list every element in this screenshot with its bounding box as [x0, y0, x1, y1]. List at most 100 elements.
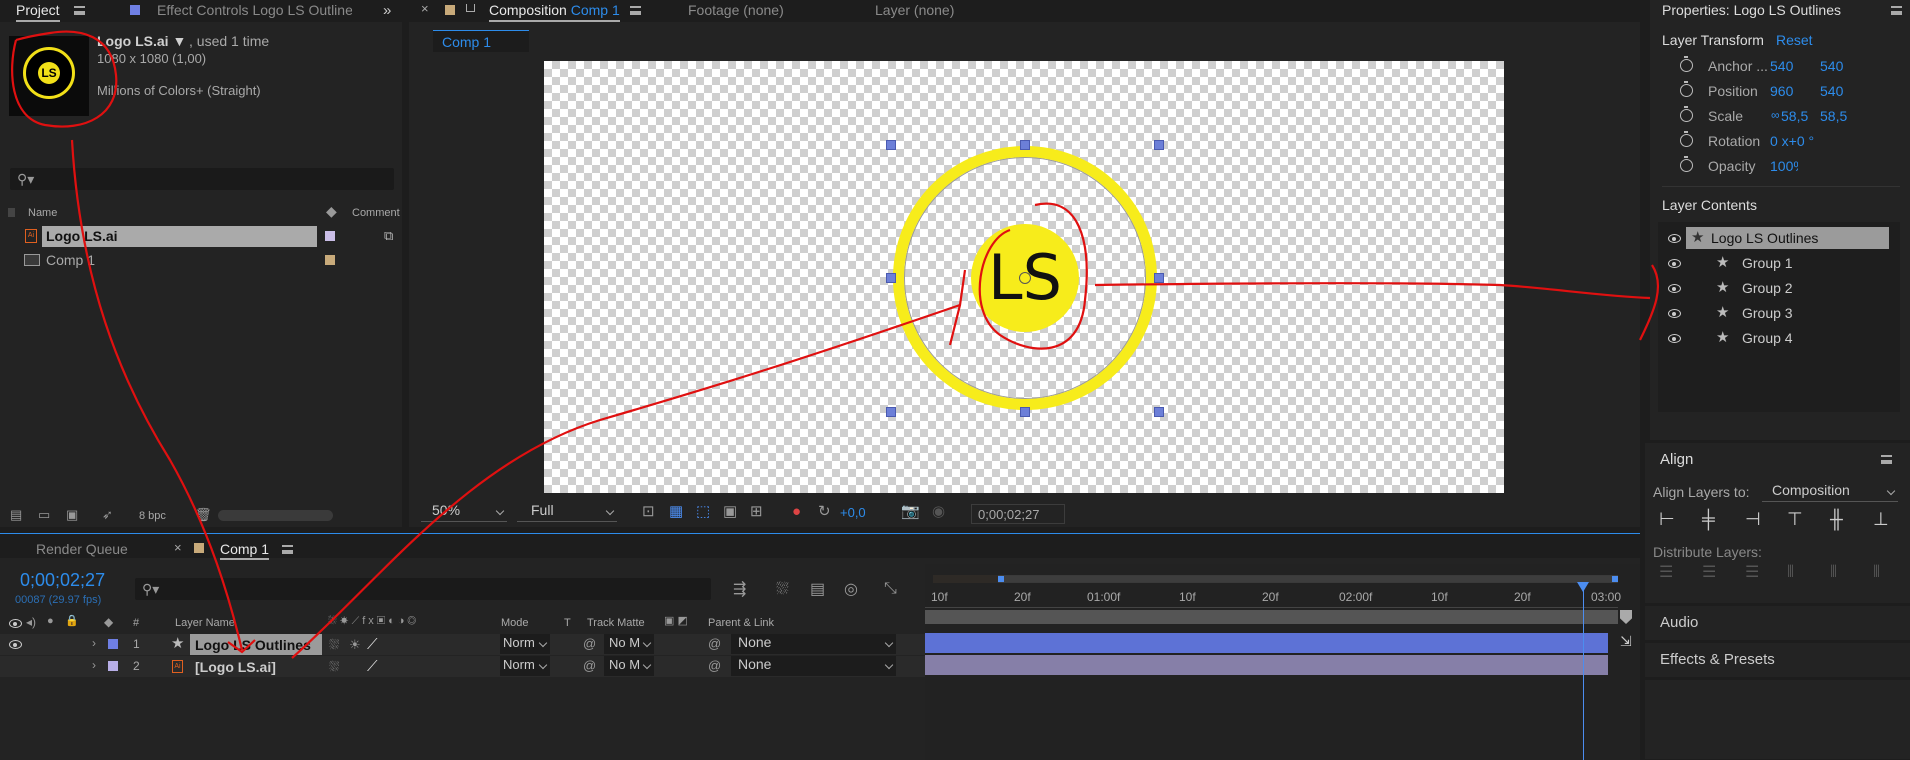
label-column-icon[interactable]: ◆ — [104, 616, 113, 628]
layer-name[interactable]: Logo LS Outlines — [195, 637, 311, 653]
distribute-right-icon[interactable]: ⦀ — [1873, 565, 1880, 581]
stopwatch-icon[interactable] — [1680, 106, 1693, 122]
contents-row[interactable]: ★ Group 1 — [1658, 252, 1900, 274]
stopwatch-icon[interactable] — [1680, 156, 1693, 172]
time-ruler[interactable]: 10f 20f 01:00f 10f 20f 02:00f 10f 20f 03… — [925, 588, 1621, 608]
align-left-icon[interactable]: ⊢ — [1659, 510, 1675, 528]
expand-chevron-icon[interactable]: › — [92, 659, 96, 671]
contents-row[interactable]: ★ Group 2 — [1658, 277, 1900, 299]
timeline-menu-icon[interactable] — [282, 545, 293, 554]
mode-dropdown[interactable]: Norm — [500, 634, 550, 654]
quality-slash-icon[interactable]: ⟋ — [367, 637, 378, 652]
bpc-label[interactable]: 8 bpc — [139, 510, 166, 522]
stopwatch-icon[interactable] — [1680, 131, 1693, 147]
eye-icon[interactable] — [1668, 234, 1681, 243]
audio-panel[interactable]: Audio — [1645, 606, 1910, 640]
comp-end-marker[interactable] — [1620, 610, 1632, 624]
align-menu-icon[interactable] — [1881, 455, 1892, 464]
col-layer-name[interactable]: Layer Name — [175, 617, 235, 629]
tab-effect-controls[interactable]: Effect Controls Logo LS Outlines — [157, 2, 352, 18]
show-snapshot-icon[interactable]: ◉ — [932, 504, 945, 519]
bbox-handle[interactable] — [1020, 140, 1030, 150]
col-comment-header[interactable]: Comment — [352, 207, 400, 219]
new-comp-icon[interactable]: ▣ — [66, 508, 78, 521]
bbox-handle[interactable] — [1020, 407, 1030, 417]
contents-row[interactable]: ★ Logo LS Outlines — [1658, 227, 1900, 249]
bbox-handle[interactable] — [886, 407, 896, 417]
bbox-handle[interactable] — [886, 140, 896, 150]
graph-editor-icon[interactable]: ⤡ — [884, 581, 897, 597]
tab-composition[interactable]: Composition Comp 1 — [489, 2, 620, 22]
prop-value-1[interactable]: 100% — [1770, 158, 1798, 174]
interpret-footage-icon[interactable]: ▤ — [10, 508, 22, 521]
effects-presets-panel[interactable]: Effects & Presets — [1645, 643, 1910, 677]
trash-icon[interactable]: 🗑 — [195, 508, 212, 521]
layer-row-1[interactable]: › 1 ★ Logo LS Outlines ⛆ ☀ ⟋ Norm @ No M… — [0, 634, 925, 655]
layer-name[interactable]: [Logo LS.ai] — [195, 659, 276, 675]
timeline-search-input[interactable]: ⚲▾ — [135, 578, 711, 600]
contents-row[interactable]: ★ Group 4 — [1658, 327, 1900, 349]
eye-icon[interactable] — [1668, 309, 1681, 318]
expand-chevron-icon[interactable]: › — [92, 637, 96, 649]
parent-pickwhip-icon[interactable]: @ — [708, 637, 721, 650]
playhead[interactable] — [1577, 582, 1589, 760]
constrain-link-icon[interactable]: ∞ — [1771, 108, 1780, 122]
label-swatch[interactable] — [325, 255, 335, 265]
video-toggle-icon[interactable] — [9, 619, 22, 628]
align-h-center-icon[interactable]: ╪ — [1702, 510, 1715, 528]
tab-comp1[interactable]: Comp 1 — [220, 541, 270, 560]
project-row-comp[interactable]: Comp 1 — [0, 250, 402, 271]
eye-icon[interactable] — [1668, 259, 1681, 268]
prop-value-2[interactable]: 540 — [1820, 58, 1843, 74]
mask-visibility-icon[interactable]: ⬚ — [696, 504, 710, 519]
comp-subtab[interactable]: Comp 1 — [433, 30, 529, 52]
prop-value-1[interactable]: 960 — [1770, 83, 1793, 99]
close-timeline-icon[interactable]: × — [174, 540, 182, 555]
col-mode[interactable]: Mode — [501, 617, 529, 629]
composition-menu-icon[interactable] — [630, 6, 641, 15]
prop-value-1[interactable]: 0 x+0 ° — [1770, 133, 1814, 149]
draft-3d-icon[interactable]: ⛆ — [776, 582, 789, 598]
col-parent-link[interactable]: Parent & Link — [708, 617, 774, 629]
frame-blend-icon[interactable]: ▤ — [810, 582, 825, 598]
new-folder-icon[interactable]: ▭ — [38, 508, 50, 521]
timeline-timecode[interactable]: 0;00;02;27 — [20, 570, 105, 591]
eye-icon[interactable] — [1668, 334, 1681, 343]
align-v-center-icon[interactable]: ╫ — [1830, 510, 1843, 528]
distribute-bottom-icon[interactable]: ☰ — [1745, 565, 1759, 581]
comp-mini-flowchart-icon[interactable]: ⇶ — [733, 582, 746, 598]
bbox-handle[interactable] — [1154, 140, 1164, 150]
close-comp-icon[interactable]: × — [421, 1, 429, 16]
render-icon[interactable]: ➶ — [102, 508, 113, 521]
prop-value-2[interactable]: 58,5 — [1820, 108, 1850, 124]
prop-value-2[interactable]: 540 — [1820, 83, 1843, 99]
collapse-switch-icon[interactable]: ⛆ — [329, 638, 339, 651]
properties-menu-icon[interactable] — [1891, 6, 1902, 15]
solo-icon[interactable]: ● — [47, 616, 54, 627]
track-matte-dropdown[interactable]: No M — [604, 634, 654, 654]
layer-bar-1[interactable] — [925, 633, 1608, 653]
align-right-icon[interactable]: ⊣ — [1745, 510, 1761, 528]
distribute-h-center-icon[interactable]: ⦀ — [1830, 565, 1837, 581]
grid-icon[interactable]: ⊞ — [750, 504, 763, 519]
tab-project[interactable]: Project — [16, 2, 60, 22]
comp-timecode[interactable]: 0;00;02;27 — [971, 504, 1065, 524]
work-area-range[interactable] — [998, 576, 1618, 582]
pin-icon[interactable]: ⇲ — [1620, 634, 1632, 648]
contents-row[interactable]: ★ Group 3 — [1658, 302, 1900, 324]
resolution-dropdown[interactable]: Full — [517, 502, 617, 522]
transparency-grid-icon[interactable]: ▦ — [669, 504, 683, 519]
reset-exposure-icon[interactable]: ↻ — [818, 504, 831, 519]
track-matte-pickwhip-icon[interactable]: @ — [583, 637, 596, 650]
prop-value-1[interactable]: 58,5 — [1781, 108, 1811, 124]
eye-icon[interactable] — [1668, 284, 1681, 293]
audio-toggle-icon[interactable]: ◂) — [26, 616, 36, 628]
stopwatch-icon[interactable] — [1680, 56, 1693, 72]
channel-icon[interactable]: ● — [792, 504, 801, 519]
layer-row-2[interactable]: › 2 Ai [Logo LS.ai] ⛆ ⟋ Norm @ No M @ No… — [0, 656, 925, 677]
bbox-handle[interactable] — [886, 273, 896, 283]
project-menu-icon[interactable] — [74, 6, 85, 15]
snapshot-icon[interactable]: 📷 — [901, 504, 920, 519]
lock-icon[interactable] — [466, 4, 475, 12]
work-area-bar[interactable] — [933, 575, 1618, 583]
